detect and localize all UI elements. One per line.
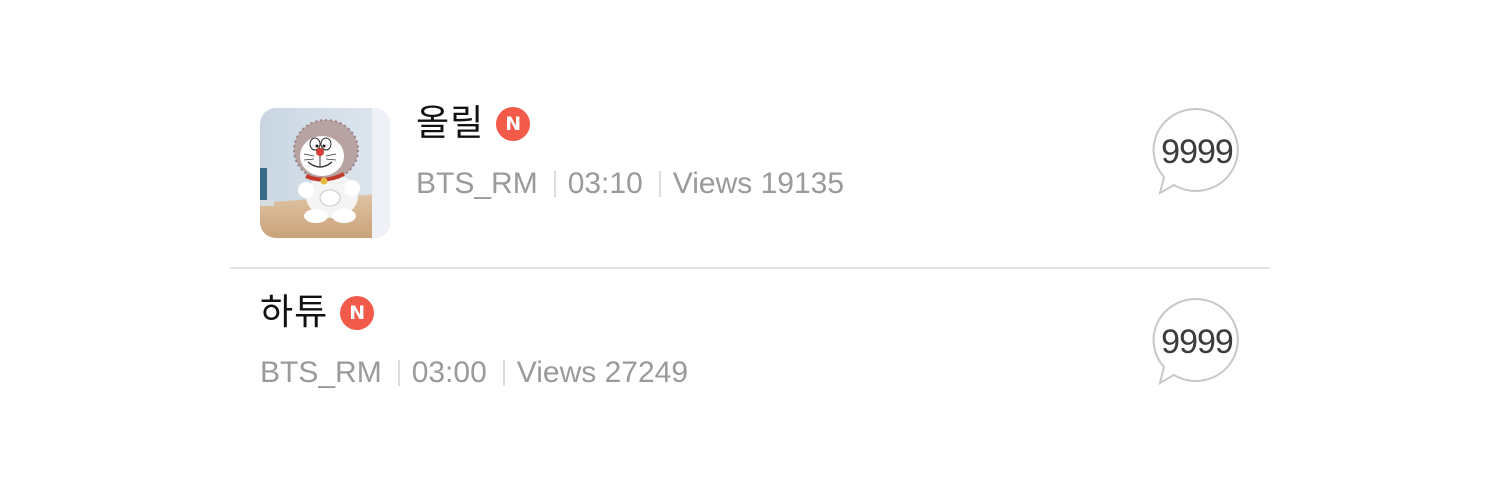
post-text: 올릴 N BTS_RM 03:10 Views 19135: [416, 102, 844, 204]
comment-count: 9999: [1161, 323, 1234, 361]
meta-separator: [553, 171, 556, 197]
list-item[interactable]: 하튜 N BTS_RM 03:00 Views 27249 9999: [230, 269, 1270, 429]
post-meta: BTS_RM 03:10 Views 19135: [416, 164, 844, 204]
post-thumbnail[interactable]: [260, 108, 390, 238]
author-name: BTS_RM: [416, 167, 538, 200]
list-item[interactable]: 올릴 N BTS_RM 03:10 Views 19135 9999: [230, 90, 1270, 268]
post-meta: BTS_RM 03:00 Views 27249: [260, 353, 688, 393]
meta-separator: [658, 171, 661, 197]
post-title[interactable]: 올릴: [416, 102, 484, 146]
post-list: 올릴 N BTS_RM 03:10 Views 19135 9999 하튜 N: [230, 0, 1270, 499]
comment-count-button[interactable]: 9999: [1152, 107, 1242, 199]
post-title[interactable]: 하튜: [260, 291, 328, 335]
duration: 03:10: [567, 167, 643, 200]
title-row: 올릴 N: [416, 102, 844, 146]
post-text: 하튜 N BTS_RM 03:00 Views 27249: [260, 291, 688, 393]
meta-separator: [397, 360, 400, 386]
comment-count-button[interactable]: 9999: [1152, 297, 1242, 389]
meta-separator: [502, 360, 505, 386]
comment-count: 9999: [1161, 133, 1234, 171]
author-name: BTS_RM: [260, 356, 382, 389]
view-count: Views 19135: [672, 167, 845, 200]
title-row: 하튜 N: [260, 291, 688, 335]
duration: 03:00: [411, 356, 487, 389]
view-count: Views 27249: [516, 356, 689, 389]
new-badge: N: [340, 296, 375, 330]
doraemon-plush-image: [260, 108, 390, 238]
new-badge: N: [496, 107, 531, 141]
